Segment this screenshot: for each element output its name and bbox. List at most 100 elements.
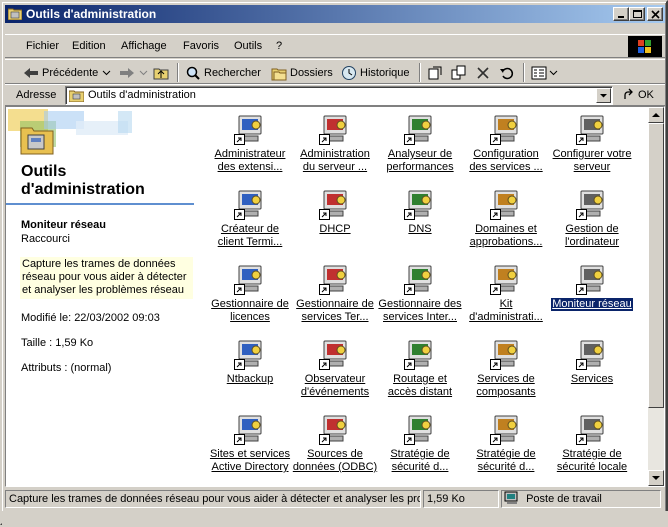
copy-to-button[interactable] bbox=[451, 63, 467, 83]
admin-tool-shortcut[interactable]: Observateur d'événements bbox=[291, 338, 379, 399]
menu-outils[interactable]: Outils bbox=[233, 39, 263, 53]
shortcut-label: Gestion de l'ordinateur bbox=[548, 223, 636, 249]
shortcut-label: Gestionnaire de licences bbox=[206, 298, 294, 324]
delete-button[interactable] bbox=[475, 63, 491, 83]
admin-tool-shortcut[interactable]: Gestion de l'ordinateur bbox=[548, 188, 636, 249]
admin-tool-shortcut[interactable]: Stratégie de sécurité locale bbox=[548, 413, 636, 474]
maximize-icon bbox=[633, 10, 642, 18]
shortcut-label: Administration du serveur ... bbox=[291, 148, 379, 174]
admin-tool-shortcut[interactable]: Moniteur réseau bbox=[548, 263, 636, 312]
forward-button[interactable] bbox=[119, 63, 148, 83]
admin-tool-shortcut[interactable]: DNS bbox=[376, 188, 464, 236]
back-button[interactable]: Précédente bbox=[23, 63, 111, 83]
security-policy-icon bbox=[490, 413, 522, 445]
ext-admin-icon bbox=[234, 113, 266, 145]
admin-tool-shortcut[interactable]: Gestionnaire des services Inter... bbox=[376, 263, 464, 324]
undo-button[interactable] bbox=[499, 63, 515, 83]
search-icon bbox=[186, 66, 200, 80]
file-size: Taille : 1,59 Ko bbox=[21, 337, 94, 349]
admin-tool-shortcut[interactable]: Ntbackup bbox=[206, 338, 294, 386]
menu-affichage[interactable]: Affichage bbox=[120, 39, 168, 53]
scroll-up-button[interactable] bbox=[648, 107, 664, 123]
admin-tool-shortcut[interactable]: Stratégie de sécurité d... bbox=[376, 413, 464, 474]
shortcut-label-line1: DNS bbox=[408, 223, 432, 235]
shortcut-arrow-icon bbox=[404, 359, 415, 370]
admin-tool-shortcut[interactable]: Sites et services Active Directory bbox=[206, 413, 294, 474]
shortcut-label-line1: Services de bbox=[477, 373, 535, 385]
terminal-client-icon bbox=[234, 188, 266, 220]
folders-button[interactable]: Dossiers bbox=[271, 63, 333, 83]
vertical-scrollbar[interactable] bbox=[648, 107, 664, 486]
go-button[interactable]: OK bbox=[622, 88, 654, 102]
back-arrow-icon bbox=[24, 68, 38, 78]
admin-tool-shortcut[interactable]: Kit d'administrati... bbox=[462, 263, 550, 324]
search-button[interactable]: Rechercher bbox=[185, 63, 261, 83]
admin-tool-shortcut[interactable]: Configuration des services ... bbox=[462, 113, 550, 174]
shortcut-label-line2: serveur bbox=[573, 161, 611, 173]
shortcut-label-line1: Services bbox=[570, 373, 614, 385]
folders-icon bbox=[271, 68, 287, 80]
windows-logo bbox=[628, 36, 662, 57]
shortcut-label-line2: Active Directory bbox=[211, 461, 289, 473]
menu-favoris[interactable]: Favoris bbox=[182, 39, 220, 53]
shortcut-arrow-icon bbox=[490, 209, 501, 220]
admin-tool-shortcut[interactable]: Administrateur des extensi... bbox=[206, 113, 294, 174]
shortcut-label-line1: Gestionnaire de bbox=[211, 298, 289, 310]
admin-tool-shortcut[interactable]: Services bbox=[548, 338, 636, 386]
views-button[interactable] bbox=[531, 63, 558, 83]
shortcut-label: Gestionnaire de services Ter... bbox=[291, 298, 379, 324]
admin-tool-shortcut[interactable]: Gestionnaire de licences bbox=[206, 263, 294, 324]
folder-icon bbox=[69, 90, 84, 102]
shortcut-label: Stratégie de sécurité d... bbox=[376, 448, 464, 474]
shortcut-label-line2: d'administrati... bbox=[469, 311, 543, 323]
chevron-down-icon bbox=[549, 70, 558, 76]
shortcut-label-line1: Gestion de bbox=[565, 223, 619, 235]
shortcut-arrow-icon bbox=[576, 209, 587, 220]
scroll-down-button[interactable] bbox=[648, 470, 664, 486]
shortcut-label: Sites et services Active Directory bbox=[206, 448, 294, 474]
shortcut-label-line2: composants bbox=[476, 386, 536, 398]
status-zone: Poste de travail bbox=[501, 490, 661, 508]
up-folder-button[interactable] bbox=[153, 63, 169, 83]
admin-tool-shortcut[interactable]: Créateur de client Termi... bbox=[206, 188, 294, 249]
scroll-thumb[interactable] bbox=[648, 123, 664, 408]
web-view-panel: Outils d'administration Moniteur réseau … bbox=[6, 107, 198, 486]
admin-tool-shortcut[interactable]: Services de composants bbox=[462, 338, 550, 399]
standard-toolbar: Précédente Rechercher Dossiers Historiqu… bbox=[5, 59, 665, 84]
shortcut-label: Stratégie de sécurité d... bbox=[462, 448, 550, 474]
shortcut-label-line1: Analyseur de bbox=[387, 148, 453, 160]
shortcut-label-line1: Gestionnaire de bbox=[296, 298, 374, 310]
shortcut-label-line2: performances bbox=[386, 161, 454, 173]
address-dropdown-button[interactable] bbox=[596, 88, 611, 103]
menu-fichier[interactable]: Fichier bbox=[25, 39, 60, 53]
shortcut-label-line2: sécurité d... bbox=[391, 461, 449, 473]
move-to-button[interactable] bbox=[427, 63, 443, 83]
admin-tool-shortcut[interactable]: Routage et accès distant bbox=[376, 338, 464, 399]
shortcut-label-line1: Sources de bbox=[307, 448, 363, 460]
admin-tool-shortcut[interactable]: Gestionnaire de services Ter... bbox=[291, 263, 379, 324]
admin-tool-shortcut[interactable]: Stratégie de sécurité d... bbox=[462, 413, 550, 474]
shortcut-label-line2: services Inter... bbox=[383, 311, 457, 323]
minimize-button[interactable] bbox=[613, 7, 629, 21]
admin-tool-shortcut[interactable]: DHCP bbox=[291, 188, 379, 236]
menu-edition[interactable]: Edition bbox=[71, 39, 107, 53]
admin-kit-icon bbox=[490, 263, 522, 295]
shortcut-label: Observateur d'événements bbox=[291, 373, 379, 399]
admin-tool-shortcut[interactable]: Administration du serveur ... bbox=[291, 113, 379, 174]
close-button[interactable] bbox=[647, 7, 663, 21]
admin-tool-shortcut[interactable]: Analyseur de performances bbox=[376, 113, 464, 174]
maximize-button[interactable] bbox=[629, 7, 645, 21]
toolbar-separator bbox=[419, 63, 421, 82]
history-button[interactable]: Historique bbox=[341, 63, 410, 83]
admin-tool-shortcut[interactable]: Domaines et approbations... bbox=[462, 188, 550, 249]
menu-help[interactable]: ? bbox=[275, 39, 283, 53]
shortcut-arrow-icon bbox=[234, 284, 245, 295]
address-input[interactable]: Outils d'administration bbox=[65, 86, 613, 105]
shortcut-label: Créateur de client Termi... bbox=[206, 223, 294, 249]
domains-icon bbox=[490, 188, 522, 220]
forward-arrow-icon bbox=[120, 68, 134, 78]
admin-tool-shortcut[interactable]: Sources de données (ODBC) bbox=[291, 413, 379, 474]
admin-tool-shortcut[interactable]: Configurer votre serveur bbox=[548, 113, 636, 174]
shortcut-arrow-icon bbox=[234, 134, 245, 145]
title-bar[interactable]: Outils d'administration bbox=[5, 5, 665, 23]
